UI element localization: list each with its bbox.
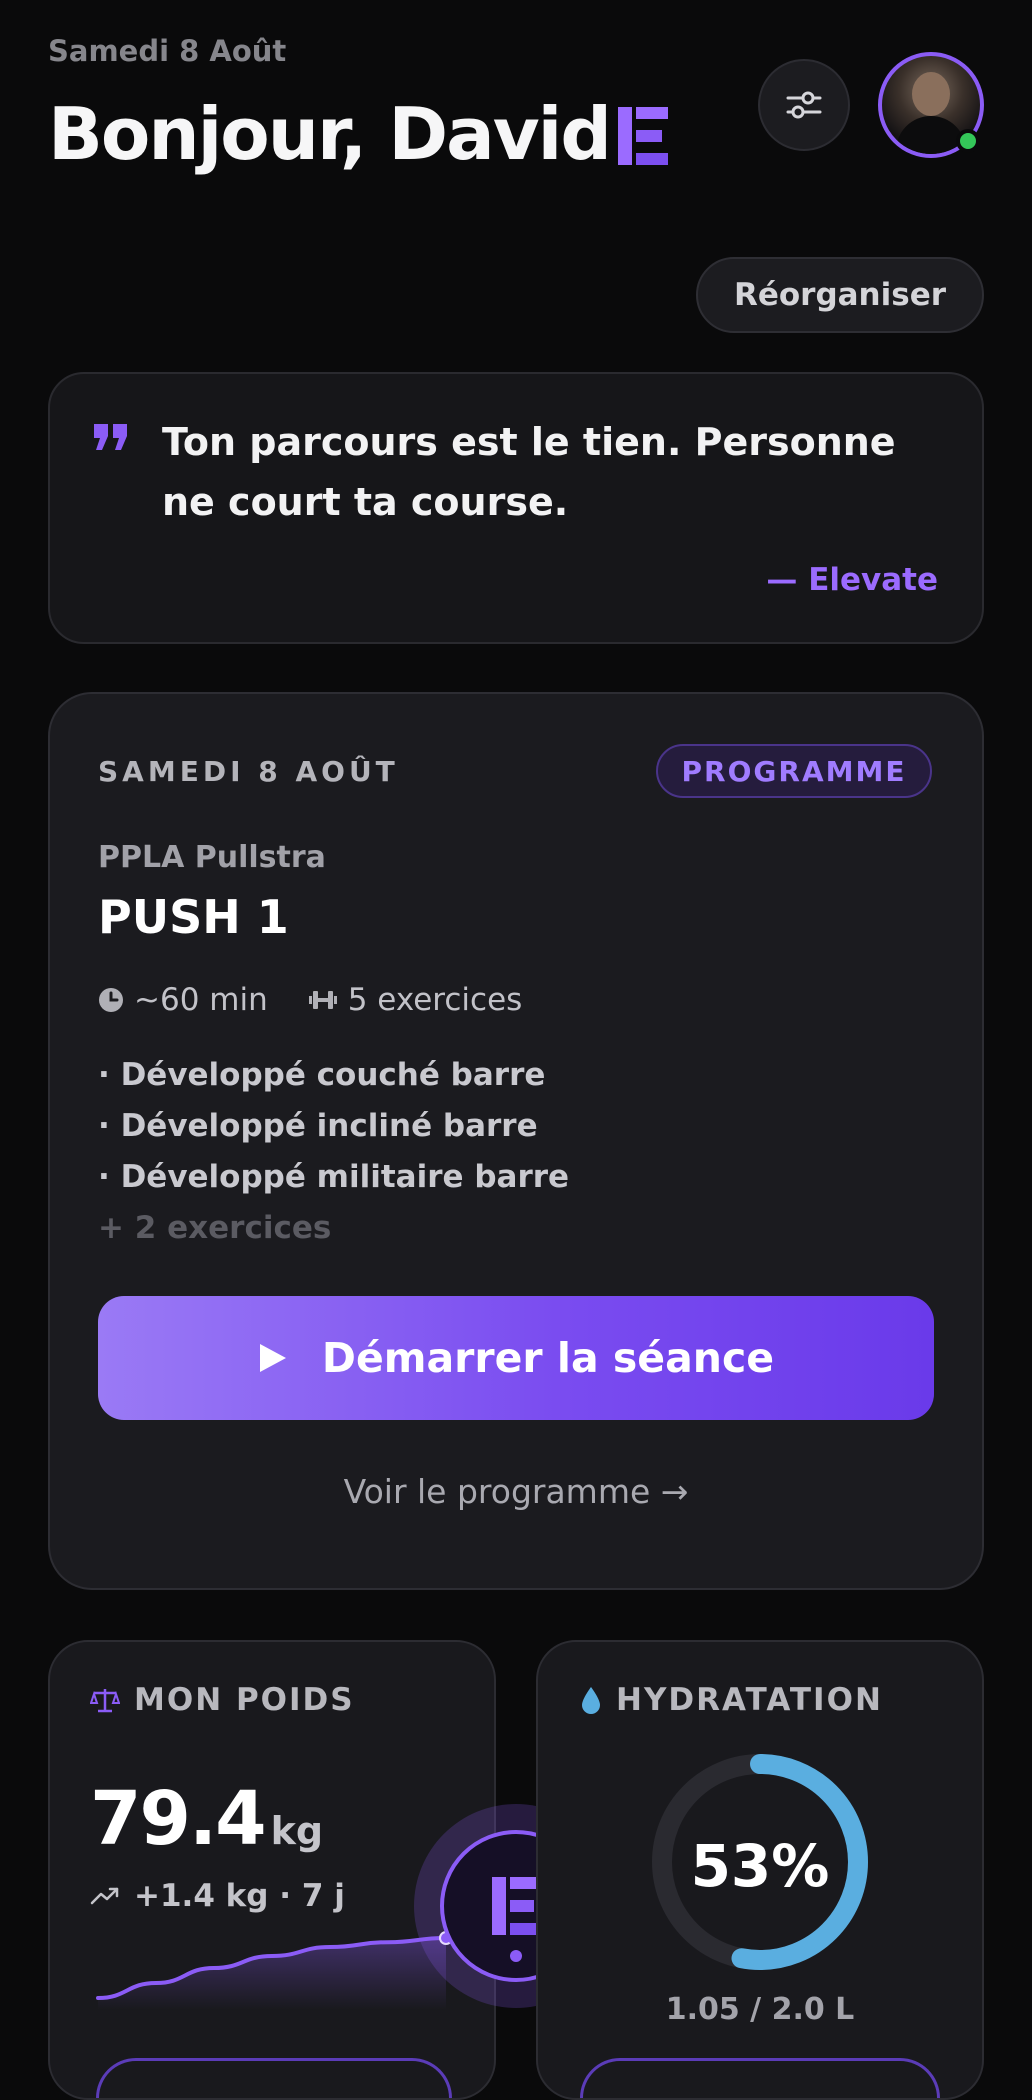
elevate-logo-icon bbox=[617, 107, 668, 165]
logo-fab-dot bbox=[510, 1950, 522, 1962]
greeting-text: Bonjour, David bbox=[48, 92, 612, 176]
greeting-title: Bonjour, David bbox=[48, 92, 668, 176]
filter-button[interactable] bbox=[758, 59, 850, 151]
more-exercises: + 2 exercices bbox=[98, 1210, 332, 1246]
program-badge: PROGRAMME bbox=[656, 744, 932, 798]
elevate-logo-icon bbox=[492, 1877, 540, 1935]
weight-action-button[interactable] bbox=[96, 2058, 452, 2098]
see-program-link[interactable]: Voir le programme → bbox=[48, 1472, 984, 1511]
start-session-button[interactable]: Démarrer la séance bbox=[98, 1296, 934, 1420]
play-icon bbox=[259, 1344, 286, 1372]
weight-number: 79.4 bbox=[90, 1776, 267, 1862]
header-date: Samedi 8 Août bbox=[48, 34, 287, 68]
list-item: · Développé militaire barre bbox=[98, 1159, 570, 1195]
dumbbell-icon bbox=[308, 991, 337, 1009]
duration-item: ~60 min bbox=[98, 982, 268, 1018]
weight-title: MON POIDS bbox=[90, 1682, 355, 1718]
scale-icon bbox=[90, 1689, 120, 1713]
trend-up-icon bbox=[90, 1887, 119, 1905]
reorganize-button[interactable]: Réorganiser bbox=[696, 257, 984, 333]
exercise-list: · Développé couché barre · Développé inc… bbox=[98, 1050, 569, 1254]
weight-value: 79.4 kg bbox=[90, 1776, 323, 1862]
weight-trend-chart bbox=[96, 1931, 453, 2010]
session-meta: ~60 min 5 exercices bbox=[98, 982, 562, 1018]
clock-icon bbox=[99, 988, 123, 1012]
avatar-head bbox=[912, 72, 950, 116]
hydration-title: HYDRATATION bbox=[580, 1682, 883, 1718]
exercise-count-text: 5 exercices bbox=[347, 982, 523, 1018]
weight-delta: +1.4 kg · 7 j bbox=[90, 1878, 345, 1914]
weight-unit: kg bbox=[270, 1809, 324, 1853]
duration-text: ~60 min bbox=[134, 982, 268, 1018]
weight-title-text: MON POIDS bbox=[134, 1682, 355, 1718]
program-name: PPLA Pullstra bbox=[98, 840, 326, 875]
sliders-icon bbox=[786, 91, 822, 119]
hydration-action-button[interactable] bbox=[580, 2058, 940, 2098]
program-date: SAMEDI 8 AOÛT bbox=[98, 755, 399, 788]
quote-author: — Elevate bbox=[766, 562, 938, 598]
quote-text: Ton parcours est le tien. Personne ne co… bbox=[162, 420, 896, 524]
hydration-title-text: HYDRATATION bbox=[616, 1682, 883, 1718]
quote-icon bbox=[92, 422, 130, 456]
online-status-dot bbox=[956, 129, 980, 153]
water-drop-icon bbox=[582, 1687, 600, 1714]
hydration-percent: 53% bbox=[690, 1832, 830, 1900]
exercise-count-item: 5 exercices bbox=[308, 982, 523, 1018]
start-session-label: Démarrer la séance bbox=[321, 1334, 775, 1382]
hydration-amount: 1.05 / 2.0 L bbox=[665, 1992, 855, 2027]
session-name: PUSH 1 bbox=[98, 890, 289, 944]
list-item: · Développé incliné barre bbox=[98, 1108, 538, 1144]
weight-trend-area bbox=[98, 1938, 446, 2010]
list-item: · Développé couché barre bbox=[98, 1057, 546, 1093]
weight-delta-text: +1.4 kg · 7 j bbox=[134, 1878, 345, 1914]
